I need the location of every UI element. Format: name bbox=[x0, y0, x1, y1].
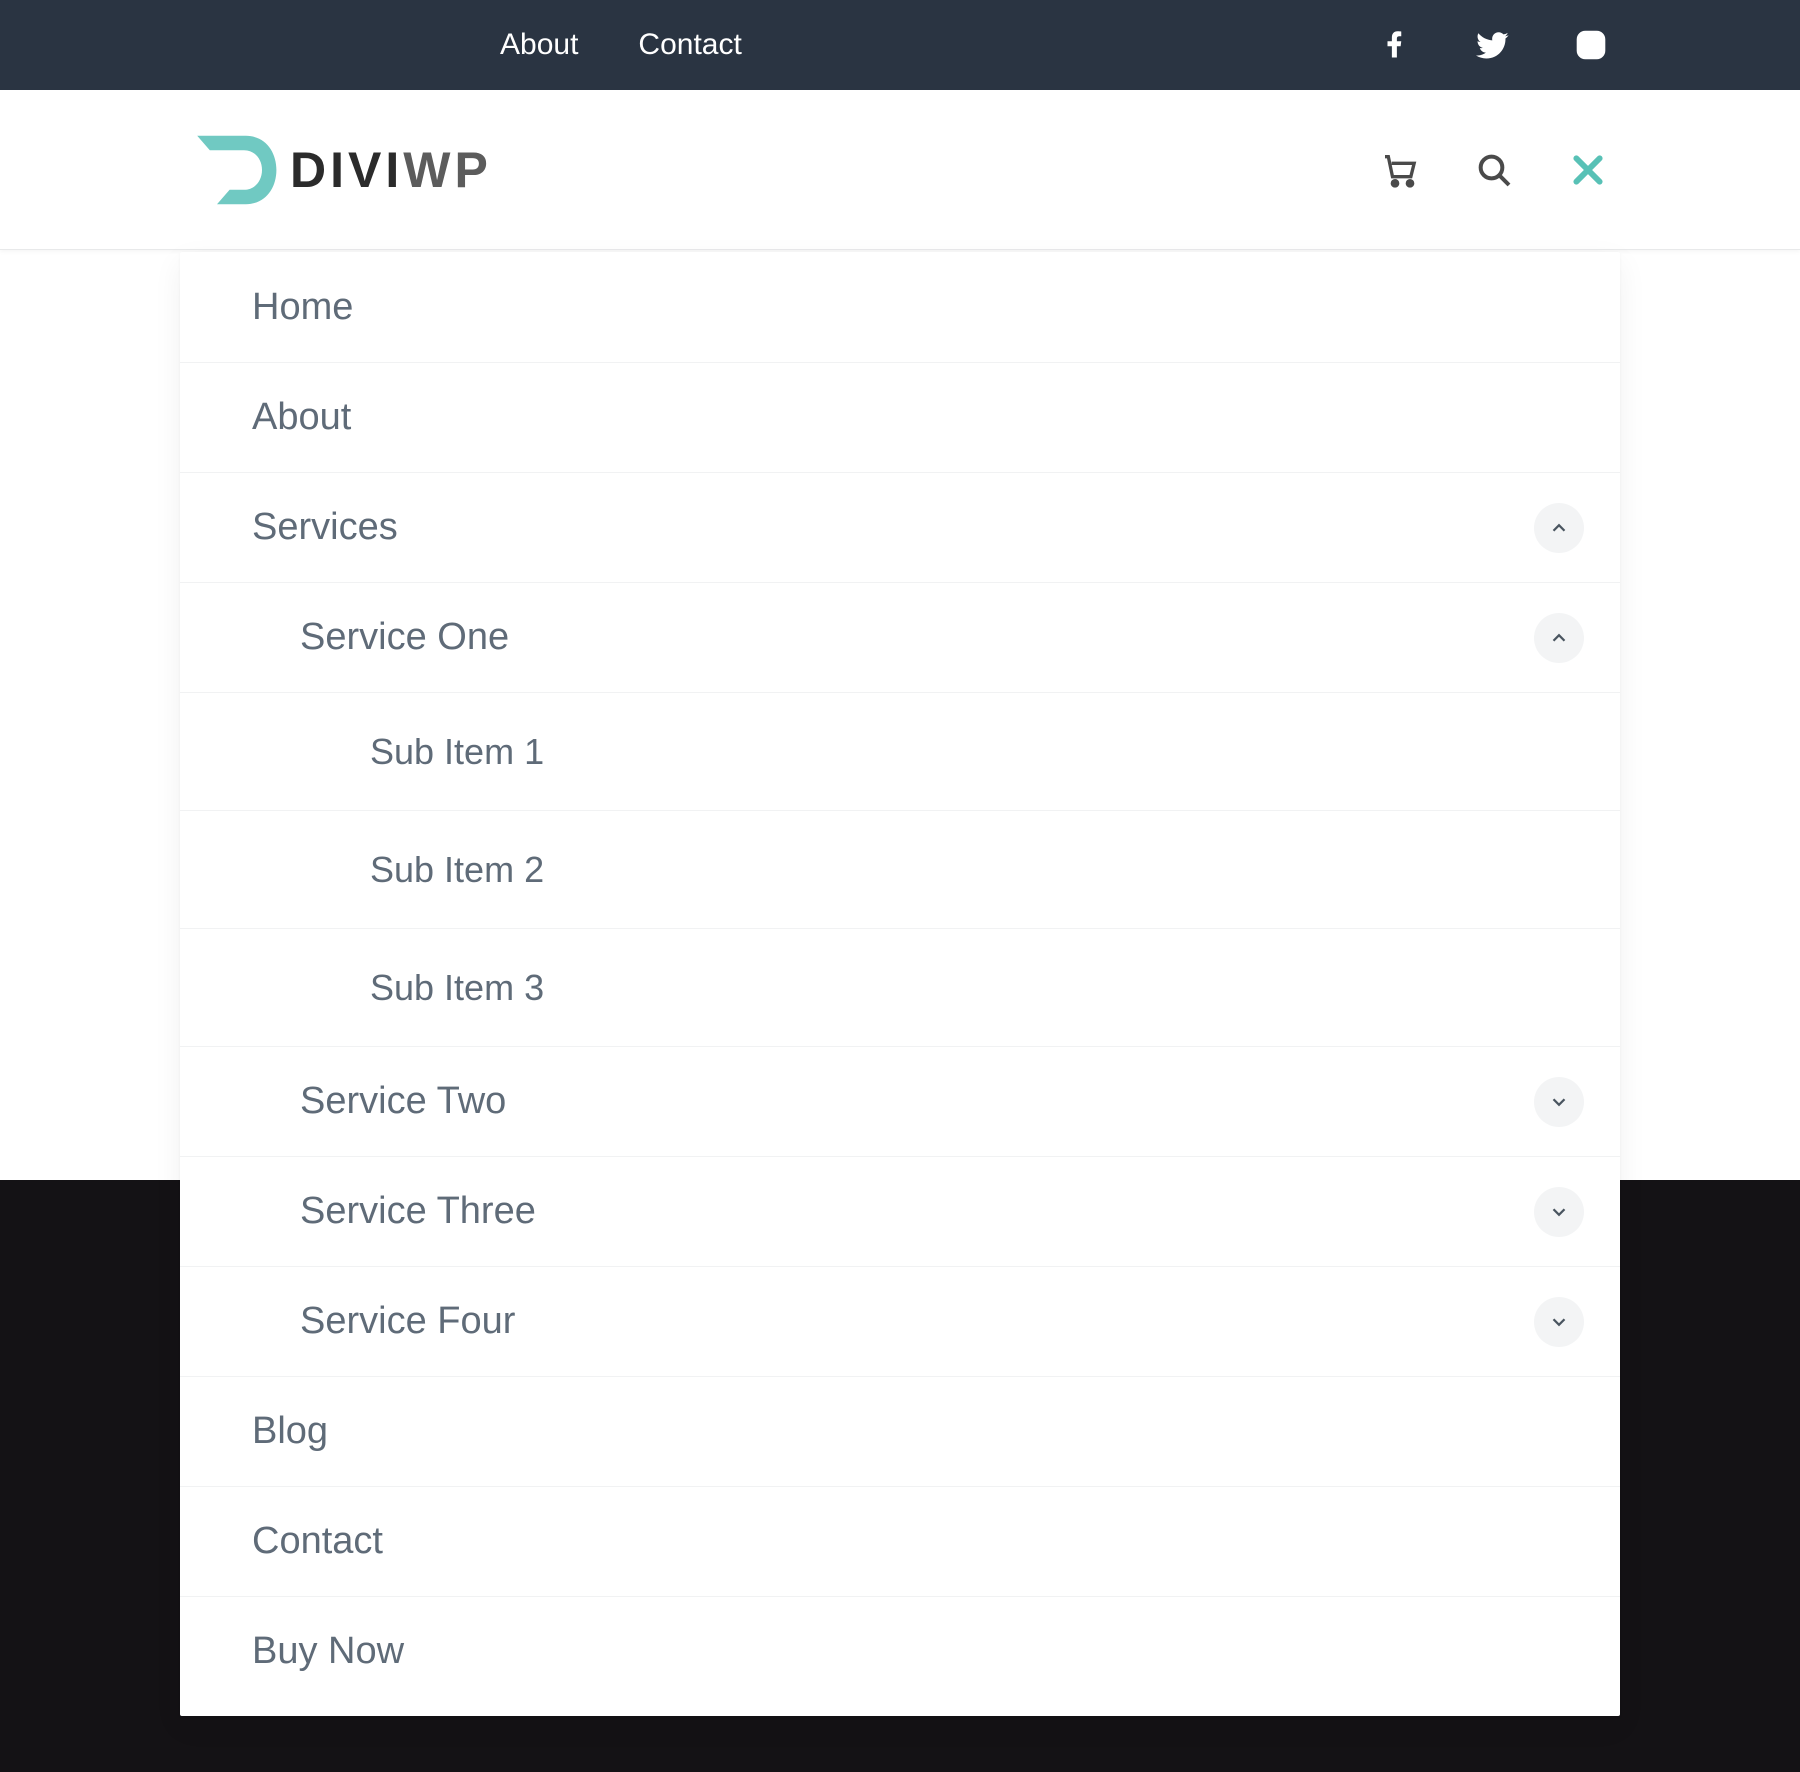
menu-item-label: Service Three bbox=[300, 1190, 1514, 1233]
chevron-up-icon[interactable] bbox=[1534, 503, 1584, 553]
menu-item-service-one[interactable]: Service One bbox=[180, 582, 1620, 692]
menu-item-service-four[interactable]: Service Four bbox=[180, 1266, 1620, 1376]
chevron-down-icon[interactable] bbox=[1534, 1297, 1584, 1347]
facebook-icon[interactable] bbox=[1376, 26, 1414, 64]
site-header: DIVIWP bbox=[0, 90, 1800, 250]
logo-mark-icon bbox=[190, 125, 280, 215]
header-actions bbox=[1378, 148, 1610, 192]
search-icon[interactable] bbox=[1472, 148, 1516, 192]
top-bar-link-about[interactable]: About bbox=[500, 28, 578, 62]
menu-item-sub-3[interactable]: Sub Item 3 bbox=[180, 928, 1620, 1046]
menu-item-home[interactable]: Home bbox=[180, 252, 1620, 362]
menu-item-label: Service Four bbox=[300, 1300, 1514, 1343]
instagram-icon[interactable] bbox=[1572, 26, 1610, 64]
menu-item-contact[interactable]: Contact bbox=[180, 1486, 1620, 1596]
menu-item-label: Services bbox=[252, 506, 1514, 549]
menu-item-label: Home bbox=[252, 286, 1584, 329]
menu-item-sub-1[interactable]: Sub Item 1 bbox=[180, 692, 1620, 810]
top-bar: About Contact bbox=[0, 0, 1800, 90]
site-logo[interactable]: DIVIWP bbox=[190, 125, 492, 215]
menu-item-label: Buy Now bbox=[252, 1630, 1584, 1673]
menu-item-label: Service One bbox=[300, 616, 1514, 659]
menu-item-label: Service Two bbox=[300, 1080, 1514, 1123]
menu-item-label: Blog bbox=[252, 1410, 1584, 1453]
menu-item-label: Sub Item 1 bbox=[370, 731, 1584, 773]
top-bar-links: About Contact bbox=[500, 28, 742, 62]
twitter-icon[interactable] bbox=[1474, 26, 1512, 64]
chevron-down-icon[interactable] bbox=[1534, 1077, 1584, 1127]
cart-icon[interactable] bbox=[1378, 148, 1422, 192]
logo-text-divi: DIVIWP bbox=[290, 141, 492, 199]
menu-item-label: About bbox=[252, 396, 1584, 439]
chevron-down-icon[interactable] bbox=[1534, 1187, 1584, 1237]
menu-item-blog[interactable]: Blog bbox=[180, 1376, 1620, 1486]
close-menu-icon[interactable] bbox=[1566, 148, 1610, 192]
mobile-menu: Home About Services Service One Sub Item… bbox=[180, 252, 1620, 1716]
menu-item-label: Sub Item 3 bbox=[370, 967, 1584, 1009]
menu-item-buy-now[interactable]: Buy Now bbox=[180, 1596, 1620, 1706]
menu-item-service-three[interactable]: Service Three bbox=[180, 1156, 1620, 1266]
menu-item-label: Sub Item 2 bbox=[370, 849, 1584, 891]
menu-item-about[interactable]: About bbox=[180, 362, 1620, 472]
chevron-up-icon[interactable] bbox=[1534, 613, 1584, 663]
menu-item-service-two[interactable]: Service Two bbox=[180, 1046, 1620, 1156]
top-bar-social bbox=[1376, 26, 1610, 64]
menu-item-sub-2[interactable]: Sub Item 2 bbox=[180, 810, 1620, 928]
top-bar-link-contact[interactable]: Contact bbox=[638, 28, 741, 62]
menu-item-services[interactable]: Services bbox=[180, 472, 1620, 582]
menu-item-label: Contact bbox=[252, 1520, 1584, 1563]
